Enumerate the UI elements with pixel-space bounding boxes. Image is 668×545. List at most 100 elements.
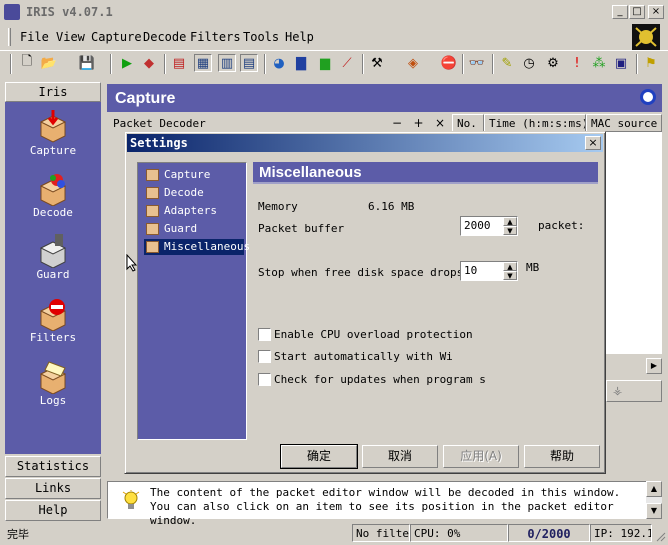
tree-item-adapters[interactable]: Adapters [144,203,244,219]
tree-item-guard[interactable]: Guard [144,221,244,237]
sidebar-help-button[interactable]: Help [5,500,101,521]
toolbar-separator [636,54,638,74]
stop-disk-label: Stop when free disk space drops [258,266,464,279]
line-chart-icon[interactable]: ⟋ [338,54,356,72]
info-text: The content of the packet editor window … [150,486,621,527]
open-folder-icon[interactable]: 📂 [40,54,58,72]
filter-icon[interactable]: ⚒ [368,54,386,72]
tree-node-icon [146,205,159,217]
close-button[interactable]: × [648,5,664,19]
panel-close-icon[interactable]: × [435,116,445,130]
sidebar-item-capture[interactable]: Capture [5,144,101,157]
stop-disk-value: 10 [464,264,478,277]
start-capture-icon[interactable]: ▶ [118,54,136,72]
cancel-button[interactable]: 取消 [362,445,438,468]
scroll-down-icon[interactable]: ▼ [646,503,662,519]
sidebar-header[interactable]: Iris [5,82,101,102]
tree-item-miscellaneous[interactable]: Miscellaneous [144,239,250,255]
toolbar-grip [10,54,12,74]
minimize-button[interactable]: _ [612,5,628,19]
autostart-checkbox[interactable] [258,350,271,363]
maximize-button[interactable]: □ [629,5,645,19]
filters-icon[interactable] [35,295,71,332]
cpu-overload-checkbox[interactable] [258,328,271,341]
ok-button[interactable]: 确定 [280,444,358,469]
capture-status-icon[interactable] [640,89,656,105]
capture-icon[interactable] [35,108,71,144]
app-icon[interactable] [4,4,20,20]
menu-filters[interactable]: Filters [190,30,241,44]
spin-up-icon[interactable]: ▲ [503,217,517,226]
spin-up-icon[interactable]: ▲ [503,262,517,271]
menu-view[interactable]: View [56,30,85,44]
menu-capture[interactable]: Capture [91,30,142,44]
tree-node-icon [146,169,159,181]
new-file-icon[interactable]: 🗋 [18,54,36,72]
column-time[interactable]: Time (h:m:s:ms) [484,114,586,132]
find-icon[interactable]: 👓 [468,54,486,72]
note-icon[interactable]: ✎ [498,54,516,72]
scroll-up-icon[interactable]: ▲ [646,481,662,497]
tree-item-label: Miscellaneous [164,240,251,253]
sidebar-links-button[interactable]: Links [5,478,101,499]
menu-tools[interactable]: Tools [243,30,279,44]
settings-tree: Capture Decode Adapters Guard Miscellane… [137,162,250,440]
guard-icon[interactable] [35,232,71,269]
sidebar-item-guard[interactable]: Guard [5,268,101,281]
report-icon[interactable]: ▣ [612,54,630,72]
check-updates-label[interactable]: Check for updates when program s [274,373,486,386]
view-editor-icon[interactable]: ▤ [240,54,258,72]
stop-disk-spinner[interactable]: 10 ▲ ▼ [460,261,518,281]
menu-help[interactable]: Help [285,30,314,44]
view-decoder-icon[interactable]: ▦ [194,54,212,72]
column-no[interactable]: No. [452,114,484,132]
sidebar-item-decode[interactable]: Decode [5,206,101,219]
guard-toolbar-icon[interactable]: ◈ [404,54,422,72]
dialog-close-button[interactable]: × [585,136,601,150]
expand-icon[interactable]: + [414,116,424,130]
pie-chart-icon[interactable]: ◕ [270,54,288,72]
tree-item-capture[interactable]: Capture [144,167,244,183]
apply-button[interactable]: 应用(A) [443,445,519,468]
collapse-icon[interactable]: − [392,116,402,130]
decode-icon[interactable] [35,170,71,207]
toolbar-separator [110,54,112,74]
network-icon[interactable]: ⁂ [590,54,608,72]
settings-dialog: Settings × Capture Decode Adapters Guard… [124,131,606,474]
info-scrollbar[interactable]: ▲ ▼ [646,481,662,519]
bar-chart-icon[interactable]: ▇ [292,54,310,72]
window-title: IRIS v4.07.1 [26,5,113,19]
spin-down-icon[interactable]: ▼ [503,271,517,280]
adapter-icon[interactable]: ◆ [140,54,158,72]
menu-file[interactable]: File [20,30,49,44]
alert-icon[interactable]: ! [568,54,586,72]
packet-list-header: No. Time (h:m:s:ms) MAC source a [450,114,662,132]
stop-icon[interactable]: ⛔ [440,54,458,72]
tree-item-decode[interactable]: Decode [144,185,244,201]
stats-chart-icon[interactable]: ▆ [316,54,334,72]
scroll-right-icon[interactable]: ▶ [646,358,662,374]
view-list-icon[interactable]: ▥ [218,54,236,72]
resize-grip-icon[interactable] [654,530,666,542]
toolbar-separator [492,54,494,74]
logs-icon[interactable] [35,358,71,395]
sidebar-item-filters[interactable]: Filters [5,331,101,344]
packet-decoder-controls: − + × [392,116,445,130]
column-mac-source[interactable]: MAC source a [586,114,662,132]
menu-decode[interactable]: Decode [143,30,186,44]
lightbulb-icon [122,490,140,510]
settings-icon[interactable]: ⚙ [544,54,562,72]
packet-buffer-spinner[interactable]: 2000 ▲ ▼ [460,216,518,236]
autostart-label[interactable]: Start automatically with Wi [274,350,453,363]
dialog-help-button[interactable]: 帮助 [524,445,600,468]
check-updates-checkbox[interactable] [258,373,271,386]
spin-down-icon[interactable]: ▼ [503,226,517,235]
document-icon[interactable]: ▤ [170,54,188,72]
exit-icon[interactable]: ⚑ [642,54,660,72]
sidebar-statistics-button[interactable]: Statistics [5,456,101,477]
save-icon[interactable]: 💾 [78,54,96,72]
sidebar-item-logs[interactable]: Logs [5,394,101,407]
clock-icon[interactable]: ◷ [520,54,538,72]
cpu-overload-label[interactable]: Enable CPU overload protection [274,328,473,341]
panel-toolbar-button[interactable]: ⚶ [606,380,662,402]
